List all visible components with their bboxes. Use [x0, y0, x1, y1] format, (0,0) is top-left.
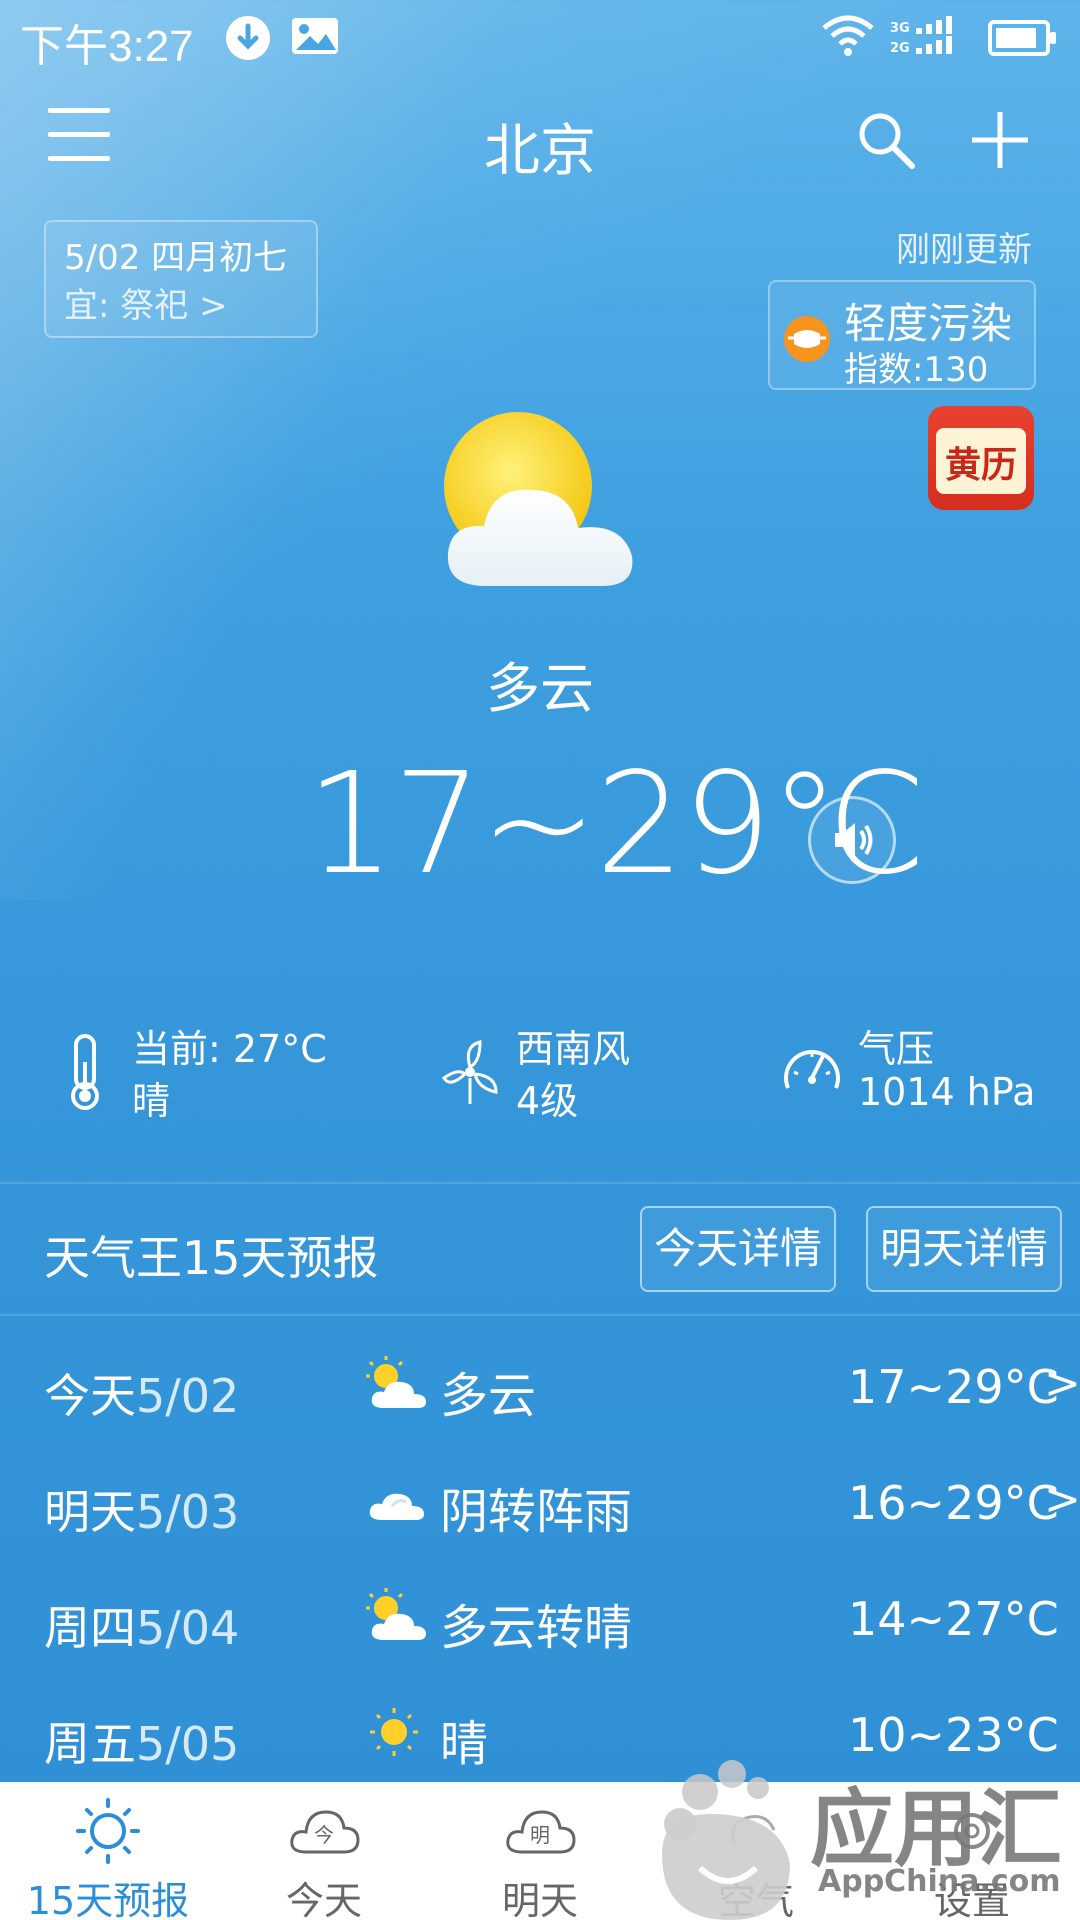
add-city-icon[interactable]	[968, 108, 1032, 172]
forecast-condition: 多云	[440, 1368, 537, 1424]
lunar-date: 四月初七	[151, 238, 288, 278]
chevron-right-icon: >	[1044, 1474, 1080, 1525]
forecast-range: 17~29°C	[848, 1360, 1059, 1414]
forecast-date: 5/03	[136, 1485, 240, 1539]
tab-label: 15天预报	[26, 1879, 190, 1920]
pressure-value: 1014 hPa	[858, 1070, 1036, 1114]
partly-cloudy-icon	[362, 1586, 432, 1646]
forecast-day: 周五	[44, 1717, 136, 1771]
tab-15day-forecast[interactable]: 15天预报	[0, 1782, 216, 1920]
wind-icon	[440, 1032, 500, 1112]
net-label-3g: 3G	[890, 21, 910, 36]
air-quality-card[interactable]: 轻度污染 指数:130	[768, 280, 1036, 390]
city-title[interactable]: 北京	[440, 106, 640, 187]
tab-icon-text: 今	[314, 1823, 334, 1847]
forecast-date: 5/04	[136, 1601, 240, 1655]
solar-date: 5/02	[64, 238, 141, 278]
pressure-label: 气压	[858, 1027, 935, 1071]
almanac-button[interactable]: 黄历	[928, 406, 1034, 510]
lunar-date-card[interactable]: 5/02 四月初七 宜: 祭祀 >	[44, 220, 318, 338]
almanac-label: 黄历	[944, 444, 1017, 486]
tab-today[interactable]: 今 今天	[216, 1782, 432, 1920]
today-details-button[interactable]: 今天详情	[640, 1206, 836, 1292]
search-icon[interactable]	[854, 108, 918, 172]
forecast-day: 今天	[44, 1369, 136, 1423]
watermark-subtext: AppChina.com	[818, 1864, 1061, 1899]
mask-icon	[784, 316, 830, 362]
partly-cloudy-icon	[362, 1354, 432, 1414]
thermometer-icon	[56, 1032, 116, 1112]
forecast-range: 14~27°C	[848, 1592, 1059, 1646]
wifi-icon	[820, 14, 876, 58]
signal-icon: 3G 2G	[890, 16, 970, 60]
image-icon	[290, 16, 340, 56]
forecast-range: 16~29°C	[848, 1476, 1059, 1530]
today-condition: 多云	[486, 657, 594, 720]
forecast-row[interactable]: 周四5/04 多云转晴 14~27°C	[0, 1562, 1080, 1678]
current-condition: 晴	[132, 1079, 171, 1123]
speaker-icon[interactable]	[808, 796, 896, 884]
forecast-row[interactable]: 明天5/03 阴转阵雨 16~29°C >	[0, 1446, 1080, 1562]
watermark-logo	[662, 1760, 790, 1920]
tomorrow-details-button[interactable]: 明天详情	[866, 1206, 1062, 1292]
forecast-day: 周四	[44, 1601, 136, 1655]
current-temp: 当前: 27°C	[132, 1027, 327, 1071]
forecast-condition: 晴	[440, 1716, 489, 1772]
wind-direction: 西南风	[516, 1027, 631, 1071]
forecast-condition: 阴转阵雨	[440, 1484, 633, 1540]
gauge-icon	[782, 1032, 842, 1112]
menu-button[interactable]	[48, 108, 110, 164]
battery-icon	[988, 20, 1056, 56]
forecast-condition: 多云转晴	[440, 1600, 633, 1656]
sunny-icon	[362, 1702, 432, 1762]
status-time: 下午3:27	[20, 22, 194, 71]
forecast-day: 明天	[44, 1485, 136, 1539]
wind-level: 4级	[516, 1079, 579, 1123]
divider	[0, 1314, 1080, 1316]
sun-icon	[68, 1796, 148, 1866]
yi-label: 宜:	[64, 286, 110, 326]
cloud-today-icon: 今	[284, 1796, 364, 1866]
update-status: 刚刚更新	[896, 230, 1032, 270]
chevron-right-icon: >	[1044, 1358, 1080, 1409]
tab-icon-text: 明	[530, 1823, 550, 1847]
tab-tomorrow[interactable]: 明 明天	[432, 1782, 648, 1920]
forecast-title: 天气王15天预报	[44, 1231, 379, 1285]
divider	[0, 1182, 1080, 1184]
partly-cloudy-icon	[426, 400, 666, 600]
yi-value: 祭祀	[120, 286, 189, 326]
aqi-index: 指数:130	[844, 350, 989, 390]
forecast-date: 5/05	[136, 1717, 240, 1771]
download-icon	[226, 16, 270, 60]
chevron-right-icon: >	[199, 286, 228, 326]
cloudy-icon	[362, 1470, 432, 1530]
status-bar: 下午3:27 3G 2G	[0, 0, 1080, 72]
tab-label: 明天	[501, 1879, 578, 1920]
forecast-row[interactable]: 今天5/02 多云 17~29°C >	[0, 1330, 1080, 1446]
cloud-tomorrow-icon: 明	[500, 1796, 580, 1866]
forecast-date: 5/02	[136, 1369, 240, 1423]
watermark: 应用汇 AppChina.com	[640, 1744, 1080, 1920]
tab-label: 今天	[285, 1879, 362, 1920]
net-label-2g: 2G	[890, 41, 910, 56]
